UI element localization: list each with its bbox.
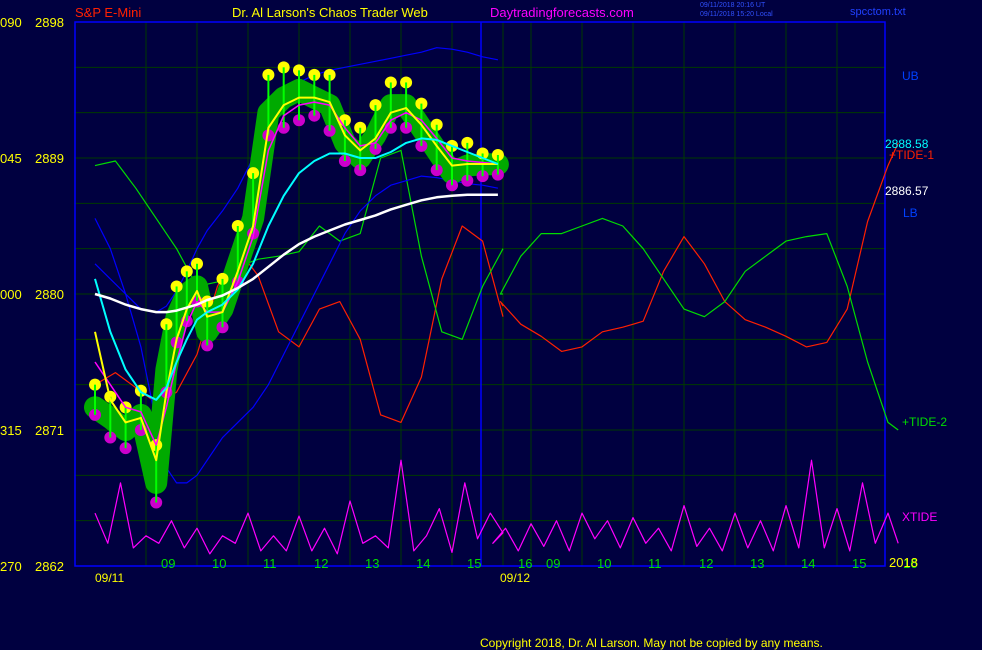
x-tick-day2: 09 bbox=[546, 556, 560, 571]
x-tick-day1: 16 bbox=[518, 556, 532, 571]
x-tick-day1: 13 bbox=[365, 556, 379, 571]
copyright-text: Copyright 2018, Dr. Al Larson. May not b… bbox=[480, 636, 823, 650]
y-tick-left: 090 bbox=[0, 15, 22, 30]
x-year-label: 2018 bbox=[889, 555, 918, 570]
price-label-cyan: 2888.58 bbox=[885, 137, 929, 151]
x-tick-day1: 11 bbox=[263, 556, 277, 571]
x-tick-day1: 14 bbox=[416, 556, 430, 571]
x-tick-day1: 12 bbox=[314, 556, 328, 571]
y-tick-left: 045 bbox=[0, 151, 22, 166]
chart-canvas: 2898 090 2889 045 2880 000 2871 315 2862 270 09 10 1… bbox=[0, 0, 982, 650]
tide2-label: +TIDE-2 bbox=[902, 415, 947, 429]
x-tick-day1: 09 bbox=[161, 556, 175, 571]
y-tick-left: 315 bbox=[0, 423, 22, 438]
ub-label: UB bbox=[902, 69, 919, 83]
site-link[interactable]: Daytradingforecasts.com bbox=[490, 5, 634, 20]
x-tick-day2: 12 bbox=[699, 556, 713, 571]
y-tick-price: 2880 bbox=[35, 287, 64, 302]
filename-label: spcctom.txt bbox=[850, 6, 906, 18]
y-tick-left: 270 bbox=[0, 559, 22, 574]
x-date-day2: 09/12 bbox=[500, 571, 530, 585]
timestamp-local: 09/11/2018 15:20 Local bbox=[700, 11, 773, 18]
x-tick-day2: 14 bbox=[801, 556, 815, 571]
chart-background bbox=[0, 0, 982, 650]
x-tick-day2: 15 bbox=[852, 556, 866, 571]
y-tick-left: 000 bbox=[0, 287, 22, 302]
y-tick-price: 2871 bbox=[35, 423, 64, 438]
lb-label: LB bbox=[903, 206, 918, 220]
x-tick-day2: 10 bbox=[597, 556, 611, 571]
y-tick-price: 2898 bbox=[35, 15, 64, 30]
timestamp-ut: 09/11/2018 20:16 UT bbox=[700, 2, 766, 9]
x-tick-day2: 13 bbox=[750, 556, 764, 571]
symbol-title: S&P E-Mini bbox=[75, 5, 141, 20]
x-tick-day1: 10 bbox=[212, 556, 226, 571]
y-tick-price: 2862 bbox=[35, 559, 64, 574]
y-tick-price: 2889 bbox=[35, 151, 64, 166]
xtide-label: XTIDE bbox=[902, 510, 937, 524]
x-date-day1: 09/11 bbox=[95, 571, 124, 585]
price-label-white: 2886.57 bbox=[885, 184, 929, 198]
x-tick-day1: 15 bbox=[467, 556, 481, 571]
author-title: Dr. Al Larson's Chaos Trader Web bbox=[232, 5, 428, 20]
x-tick-day2: 11 bbox=[648, 556, 662, 571]
